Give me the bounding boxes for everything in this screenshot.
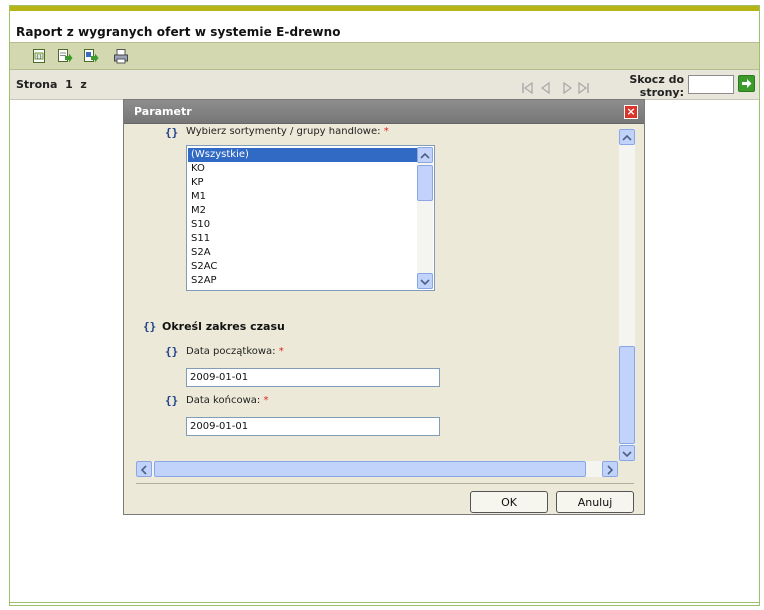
scroll-thumb[interactable] (154, 461, 586, 477)
end-date-label: Data końcowa: * (186, 395, 269, 406)
print-icon[interactable] (113, 48, 129, 64)
parameter-brace-icon: {} (165, 345, 179, 358)
scroll-left-icon[interactable] (136, 461, 152, 477)
go-arrow-icon[interactable] (738, 75, 755, 92)
list-item[interactable]: KP (188, 176, 417, 190)
list-item[interactable]: M2 (188, 204, 417, 218)
page-indicator: Strona 1 z (16, 78, 87, 91)
dialog-titlebar[interactable]: Parametr × (124, 100, 644, 124)
list-item[interactable]: KO (188, 162, 417, 176)
toolbar: {} (10, 42, 759, 70)
scroll-down-icon[interactable] (417, 273, 433, 289)
last-page-icon[interactable] (578, 79, 590, 95)
listbox-scrollbar[interactable] (417, 147, 433, 289)
dialog-vertical-scrollbar[interactable] (619, 129, 635, 461)
section-title: Określ zakres czasu (162, 320, 285, 333)
next-page-icon[interactable] (561, 79, 573, 95)
scroll-up-icon[interactable] (619, 129, 635, 145)
sortiment-options: (Wszystkie) KO KP M1 M2 S10 S11 S2A S2AC S2AP (188, 148, 417, 288)
list-item[interactable]: S10 (188, 218, 417, 232)
scroll-right-icon[interactable] (602, 461, 618, 477)
scroll-up-icon[interactable] (417, 147, 433, 163)
page-navigation-bar: Strona 1 z Skocz do strony: (10, 70, 759, 100)
list-item[interactable]: M1 (188, 190, 417, 204)
dialog-separator (136, 483, 634, 484)
parameter-brace-icon: {} (165, 394, 179, 407)
cancel-button[interactable]: Anuluj (556, 491, 634, 513)
end-date-input[interactable] (186, 417, 440, 436)
sortiment-listbox[interactable]: (Wszystkie) KO KP M1 M2 S10 S11 S2A S2AC S2AP (186, 145, 435, 291)
export-next-icon[interactable] (57, 48, 73, 64)
parameter-dialog: Parametr × {} Wybierz sortymenty / grupy… (123, 99, 645, 515)
list-item[interactable]: S2AC (188, 260, 417, 274)
parameter-brace-icon: {} (165, 127, 179, 139)
report-title: Raport z wygranych ofert w systemie E-dr… (16, 25, 341, 39)
export-icon[interactable]: {} (31, 48, 47, 64)
required-marker: * (383, 127, 389, 137)
sortiment-label: Wybierz sortymenty / grupy handlowe: * (186, 127, 389, 137)
jump-to-page-label: Skocz do strony: (629, 73, 684, 99)
export-all-icon[interactable] (83, 48, 99, 64)
accent-bar (10, 6, 759, 11)
first-page-icon[interactable] (521, 79, 533, 95)
list-item[interactable]: S11 (188, 232, 417, 246)
scroll-thumb[interactable] (619, 346, 635, 444)
dialog-title: Parametr (134, 105, 192, 118)
list-item[interactable]: S2AP (188, 274, 417, 288)
jump-to-page-input[interactable] (688, 75, 734, 94)
previous-page-icon[interactable] (540, 79, 552, 95)
list-item[interactable]: S2A (188, 246, 417, 260)
close-icon[interactable]: × (624, 105, 638, 119)
start-date-label: Data początkowa: * (186, 346, 284, 357)
start-date-input[interactable] (186, 368, 440, 387)
scroll-thumb[interactable] (417, 165, 433, 201)
list-item[interactable]: (Wszystkie) (188, 148, 417, 162)
scroll-down-icon[interactable] (619, 445, 635, 461)
dialog-horizontal-scrollbar[interactable] (136, 461, 618, 477)
dialog-content: {} Wybierz sortymenty / grupy handlowe: … (136, 127, 634, 477)
section-brace-icon: {} (143, 320, 157, 333)
ok-button[interactable]: OK (470, 491, 548, 513)
frame-bottom-border (10, 602, 759, 603)
svg-text:{}: {} (36, 54, 42, 60)
